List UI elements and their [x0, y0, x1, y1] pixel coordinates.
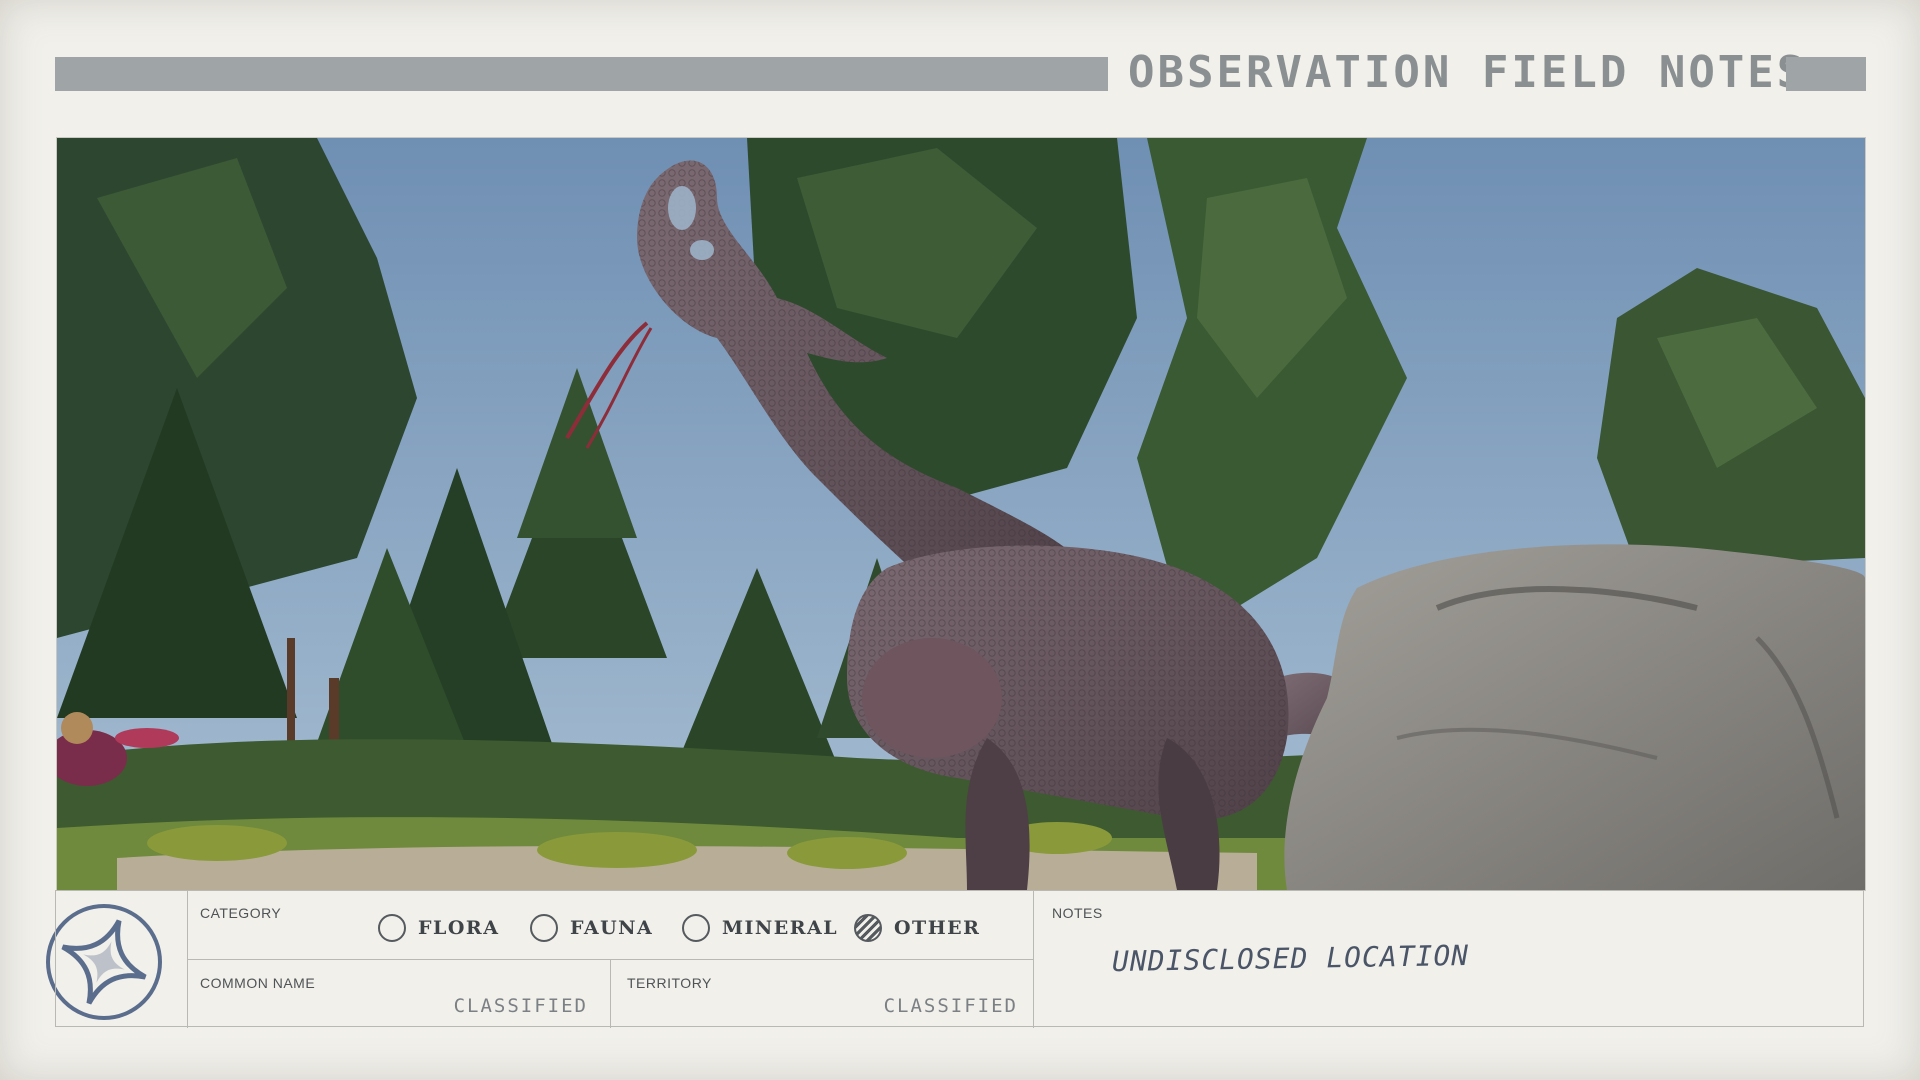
territory-value: CLASSIFIED	[883, 995, 1018, 1017]
category-option-other[interactable]: OTHER	[854, 911, 980, 945]
category-option-label: FAUNA	[570, 917, 654, 939]
observation-photo	[56, 137, 1866, 891]
category-label: CATEGORY	[200, 905, 282, 921]
header-bar-left	[55, 57, 1108, 91]
category-option-label: OTHER	[894, 917, 981, 939]
radio-fauna[interactable]	[530, 914, 558, 942]
info-panel: CATEGORY FLORA FAUNA MINERAL OTHER COMMO…	[55, 890, 1864, 1028]
divider	[187, 959, 1033, 960]
territory-label: TERRITORY	[627, 975, 712, 991]
common-name-label: COMMON NAME	[200, 975, 316, 991]
radio-other[interactable]	[854, 914, 882, 942]
radio-flora[interactable]	[378, 914, 406, 942]
field-notes-card: OBSERVATION FIELD NOTES CATEGORY FLORA F…	[0, 0, 1920, 1080]
category-option-label: FLORA	[418, 917, 500, 939]
category-option-fauna[interactable]: FAUNA	[530, 911, 653, 945]
page-title: OBSERVATION FIELD NOTES	[1128, 47, 1807, 98]
category-option-label: MINERAL	[722, 917, 839, 939]
radio-mineral[interactable]	[682, 914, 710, 942]
divider	[610, 959, 611, 1028]
notes-label: NOTES	[1052, 905, 1103, 921]
header-bar-right	[1786, 57, 1866, 91]
boulder	[1284, 544, 1865, 890]
category-option-mineral[interactable]: MINERAL	[682, 911, 838, 945]
common-name-value: CLASSIFIED	[453, 995, 588, 1017]
divider	[1033, 891, 1034, 1028]
photo-scene	[57, 138, 1865, 890]
notes-value: UNDISCLOSED LOCATION	[1111, 938, 1470, 979]
category-option-flora[interactable]: FLORA	[378, 911, 499, 945]
